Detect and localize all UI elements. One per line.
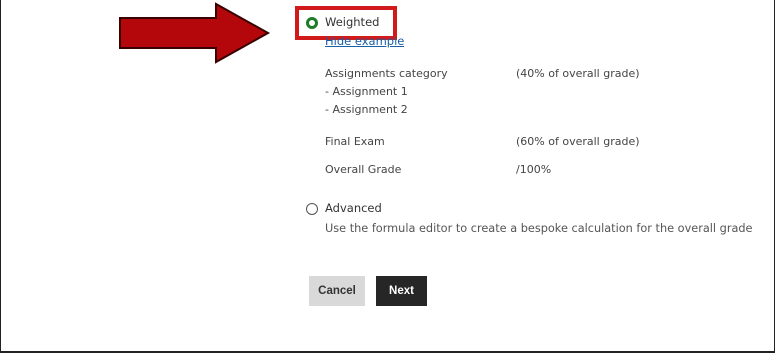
final-exam-label: Final Exam [325,135,385,148]
advanced-description: Use the formula editor to create a bespo… [325,222,753,235]
assignments-category-label: Assignments category [325,67,448,80]
next-button[interactable]: Next [376,276,427,306]
hide-example-link[interactable]: Hide example [325,37,404,48]
advanced-radio[interactable] [306,203,318,215]
overall-grade-label: Overall Grade [325,163,402,176]
weighted-label[interactable]: Weighted [325,15,379,29]
annotation-arrow [119,2,271,64]
assignment-1-label: - Assignment 1 [325,85,408,98]
overall-grade-value: /100% [516,163,552,176]
weighted-radio[interactable] [306,17,318,29]
advanced-label[interactable]: Advanced [325,201,382,215]
assignment-2-label: - Assignment 2 [325,103,408,116]
assignments-category-share: (40% of overall grade) [516,67,640,80]
final-exam-share: (60% of overall grade) [516,135,640,148]
cancel-button[interactable]: Cancel [309,276,365,306]
